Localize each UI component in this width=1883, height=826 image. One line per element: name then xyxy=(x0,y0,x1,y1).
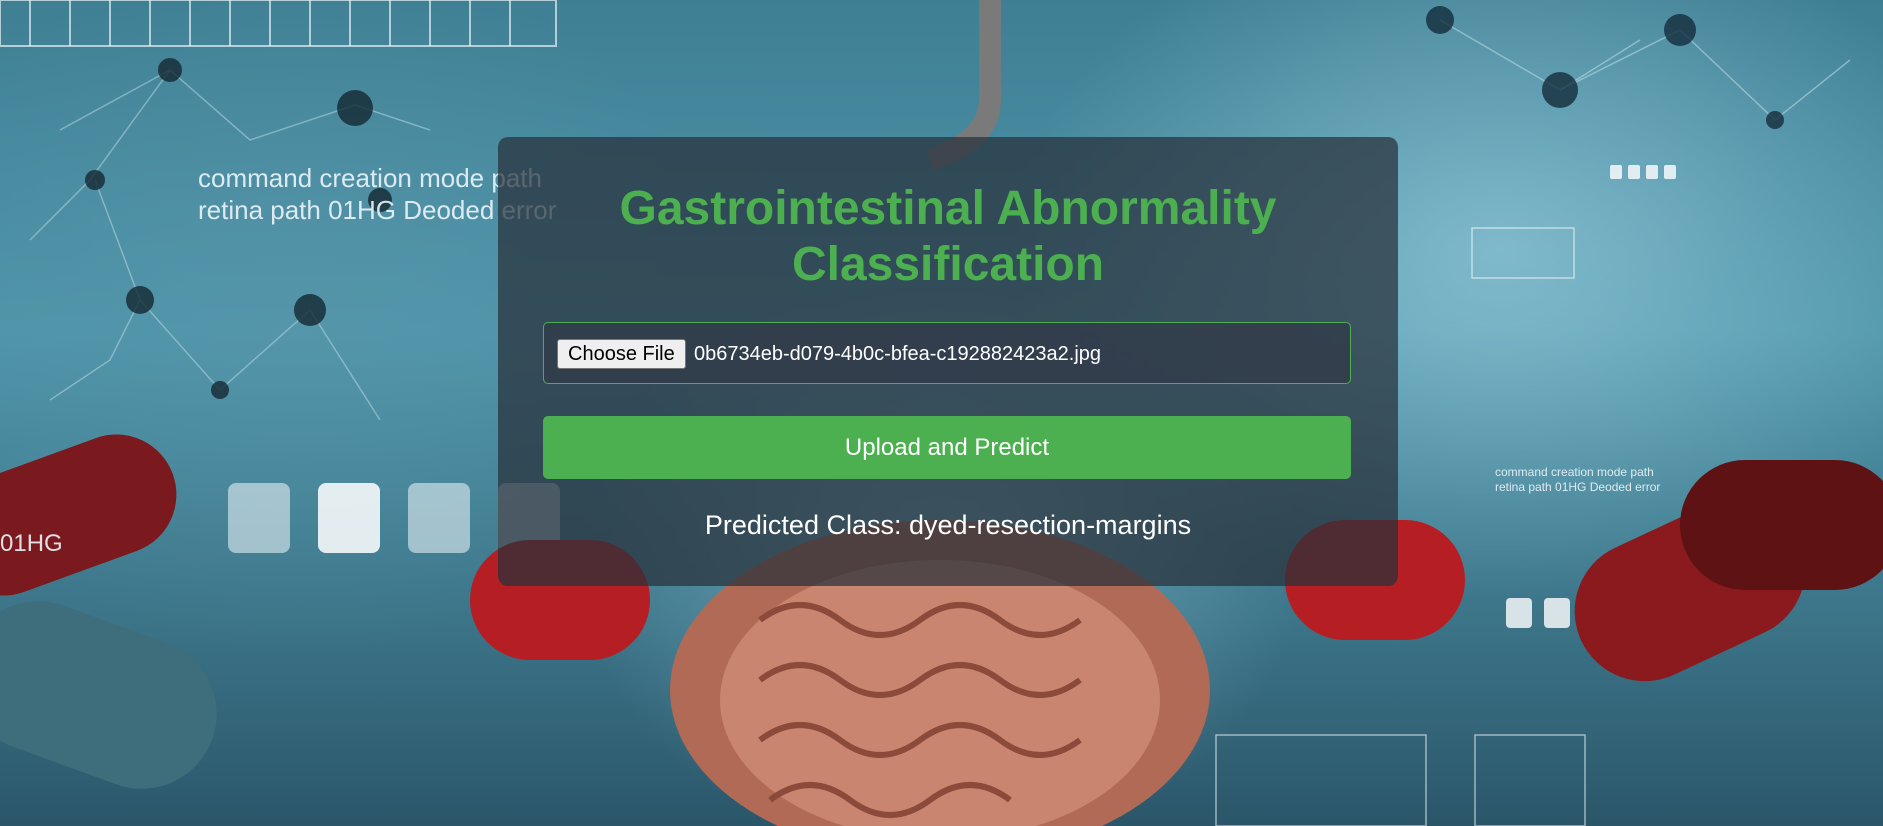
bg-text-1: command creation mode path xyxy=(198,163,542,193)
page-title: Gastrointestinal Abnormality Classificat… xyxy=(619,182,1277,291)
upload-panel: Gastrointestinal Abnormality Classificat… xyxy=(498,137,1398,586)
upload-and-predict-button[interactable]: Upload and Predict xyxy=(543,416,1351,479)
prediction-result: Predicted Class: dyed-resection-margins xyxy=(704,510,1192,540)
choose-file-button[interactable]: Choose File xyxy=(557,339,686,369)
bg-text-4: command creation mode path xyxy=(1495,465,1654,479)
file-input[interactable]: Choose File 0b6734eb-d079-4b0c-bfea-c192… xyxy=(543,322,1351,384)
bg-text-3: 01HG xyxy=(0,530,63,557)
bg-text-5: retina path 01HG Deoded error xyxy=(1495,480,1661,494)
selected-file-name: 0b6734eb-d079-4b0c-bfea-c192882423a2.jpg xyxy=(694,343,1102,365)
